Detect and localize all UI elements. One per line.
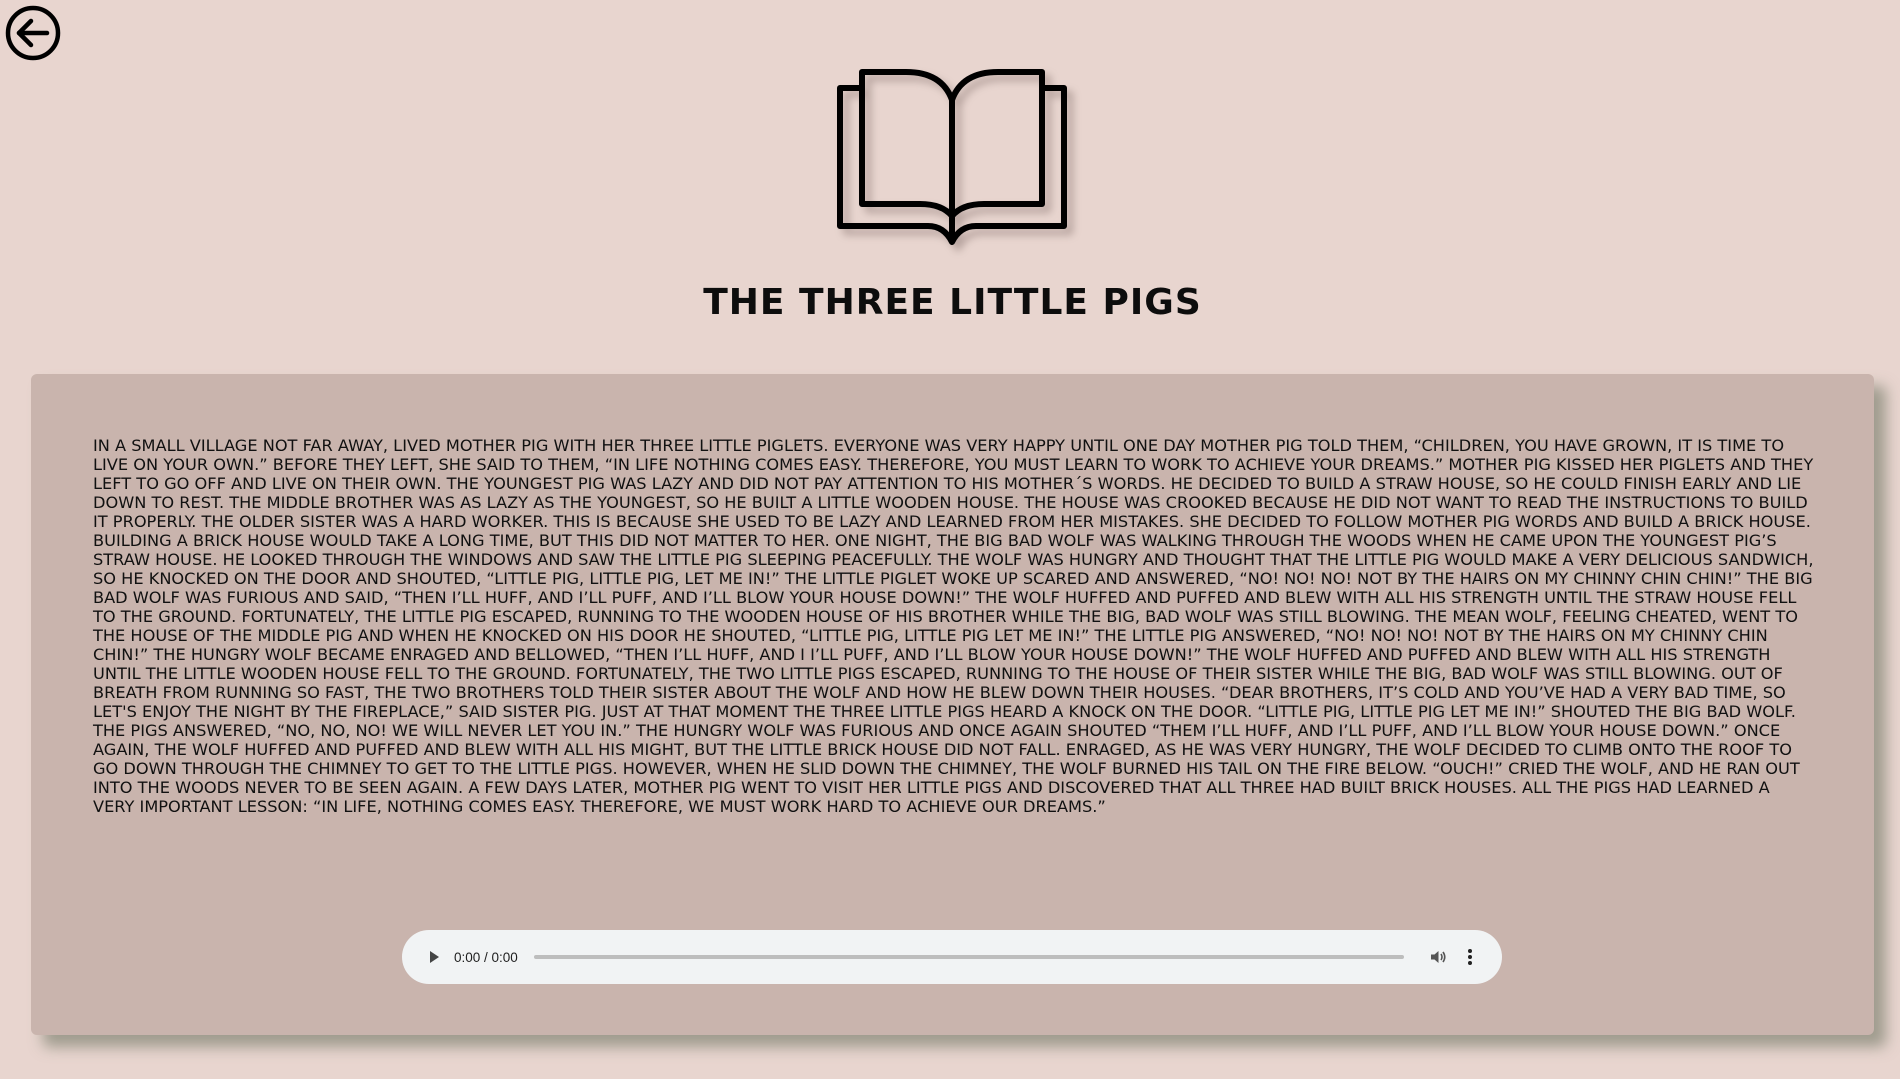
play-button[interactable] <box>422 945 446 969</box>
story-text: IN A SMALL VILLAGE NOT FAR AWAY, LIVED M… <box>93 436 1814 816</box>
story-card: IN A SMALL VILLAGE NOT FAR AWAY, LIVED M… <box>31 374 1874 1035</box>
page-title: THE THREE LITTLE PIGS <box>703 282 1202 323</box>
volume-icon <box>1431 951 1446 963</box>
volume-button[interactable] <box>1426 945 1450 969</box>
play-icon <box>430 951 439 963</box>
more-vertical-icon <box>1468 949 1472 965</box>
open-book-icon <box>834 66 1070 248</box>
time-display: 0:00 / 0:00 <box>454 949 518 965</box>
more-options-button[interactable] <box>1458 945 1482 969</box>
arrow-left-circle-icon <box>5 5 61 61</box>
progress-bar[interactable] <box>533 955 1404 959</box>
audio-player[interactable]: 0:00 / 0:00 <box>402 930 1502 984</box>
back-button[interactable] <box>5 5 61 61</box>
